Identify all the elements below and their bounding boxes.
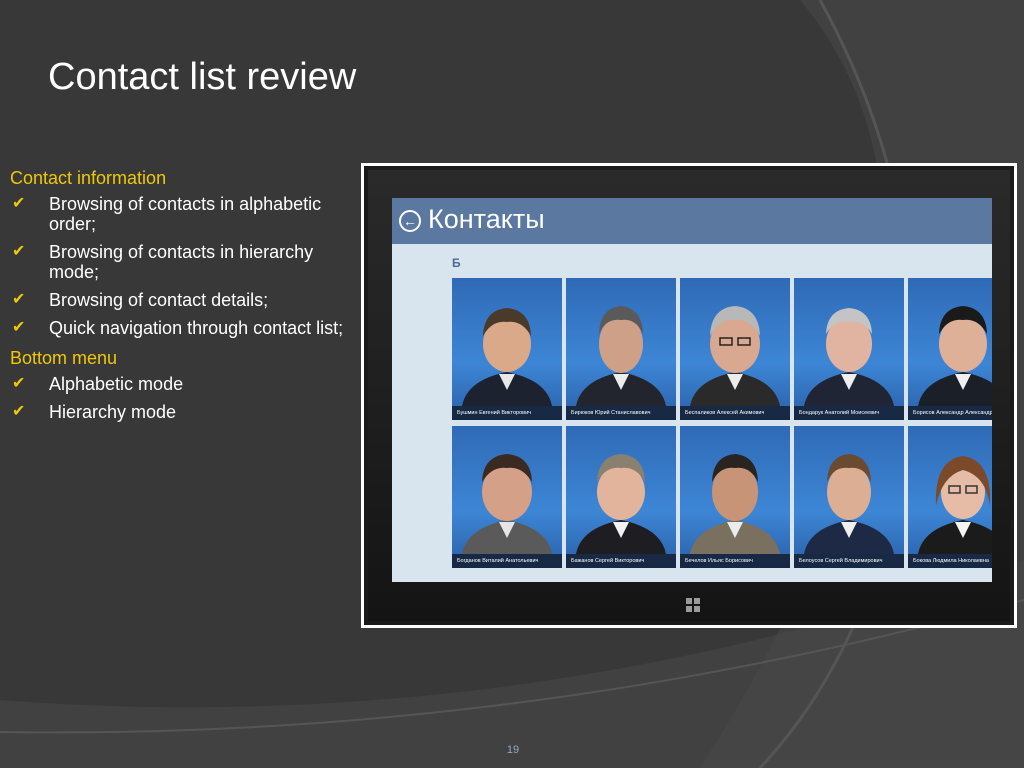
bullet-item: ✔ Alphabetic mode (12, 374, 184, 394)
contact-tile[interactable]: Беспаликов Алексей Акимович (680, 278, 790, 420)
contact-tile[interactable]: Бушмин Евгений Викторович (452, 278, 562, 420)
back-arrow-icon[interactable]: ← (399, 210, 421, 232)
contact-name: Бирюков Юрий Станиславович (566, 406, 676, 420)
contact-name: Беспаликов Алексей Акимович (680, 406, 790, 420)
contact-photo (918, 306, 992, 406)
section-heading: Contact information (10, 168, 167, 188)
windows-start-icon[interactable] (686, 598, 700, 612)
contact-name: Бондарук Анатолий Моисеевич (794, 406, 904, 420)
page-number: 19 (506, 744, 520, 756)
section-heading: Bottom menu (10, 348, 118, 368)
contact-name: Бажанов Сергей Викторович (566, 554, 676, 568)
bullet-item: ✔ Browsing of contact details; (12, 290, 269, 310)
contact-name: Борисов Александр Александрович (908, 406, 992, 420)
app-screen: ← Контакты Б Бушмин Евгений Викторович Б… (392, 198, 992, 582)
tablet-screenshot: ← Контакты Б Бушмин Евгений Викторович Б… (361, 163, 1017, 628)
contact-tile[interactable]: Бирюков Юрий Станиславович (566, 278, 676, 420)
contact-tile[interactable]: Бажанов Сергей Викторович (566, 426, 676, 568)
contact-photo (804, 308, 894, 406)
bullet-item: ✔ Hierarchy mode (12, 402, 177, 422)
bullet-list: ✔ Browsing of contacts in alphabetic orde… (10, 194, 360, 338)
contact-tile[interactable]: Белоусов Сергей Владимирович (794, 426, 904, 568)
checkmark-icon: ✔ (12, 403, 26, 420)
group-letter: Б (452, 256, 461, 270)
contact-grid: Бушмин Евгений Викторович Бирюков Юрий С… (452, 278, 992, 570)
contact-tile[interactable]: Борисов Александр Александрович (908, 278, 992, 420)
contact-tile[interactable]: Бондарук Анатолий Моисеевич (794, 278, 904, 420)
contact-photo (690, 306, 780, 406)
checkmark-icon: ✔ (12, 291, 26, 308)
contact-photo (576, 454, 666, 554)
slide-title: Contact list review (48, 56, 357, 98)
contact-photo (804, 454, 894, 554)
bullet-item: ✔ Quick navigation through contact list; (12, 318, 344, 338)
contact-name: Белоусов Сергей Владимирович (794, 554, 904, 568)
checkmark-icon: ✔ (12, 195, 26, 212)
contact-photo (918, 456, 992, 554)
contact-tile[interactable]: Бокова Людмила Николаевна (908, 426, 992, 568)
tablet-bezel: ← Контакты Б Бушмин Евгений Викторович Б… (368, 170, 1010, 621)
contact-tile[interactable]: Бечелов Ильяс Борисович (680, 426, 790, 568)
contact-photo (462, 454, 552, 554)
contact-name: Бушмин Евгений Викторович (452, 406, 562, 420)
contact-tile[interactable]: Богданов Виталий Анатольевич (452, 426, 562, 568)
contact-photo (690, 454, 780, 554)
bullet-item: ✔ Browsing of contacts in hierarchy mode; (12, 242, 314, 282)
contact-photo (576, 306, 666, 406)
app-header: ← Контакты (392, 198, 992, 244)
bullet-item: ✔ Browsing of contacts in alphabetic orde… (12, 194, 322, 234)
bullet-content: Contact information ✔ Browsing of contact… (10, 166, 360, 430)
contact-photo (462, 308, 552, 406)
checkmark-icon: ✔ (12, 375, 26, 392)
app-title: Контакты (428, 204, 545, 234)
checkmark-icon: ✔ (12, 319, 26, 336)
contact-name: Бечелов Ильяс Борисович (680, 554, 790, 568)
contact-name: Бокова Людмила Николаевна (908, 554, 992, 568)
contact-name: Богданов Виталий Анатольевич (452, 554, 562, 568)
bullet-list: ✔ Alphabetic mode ✔ Hierarchy mode (10, 374, 360, 422)
checkmark-icon: ✔ (12, 243, 26, 260)
